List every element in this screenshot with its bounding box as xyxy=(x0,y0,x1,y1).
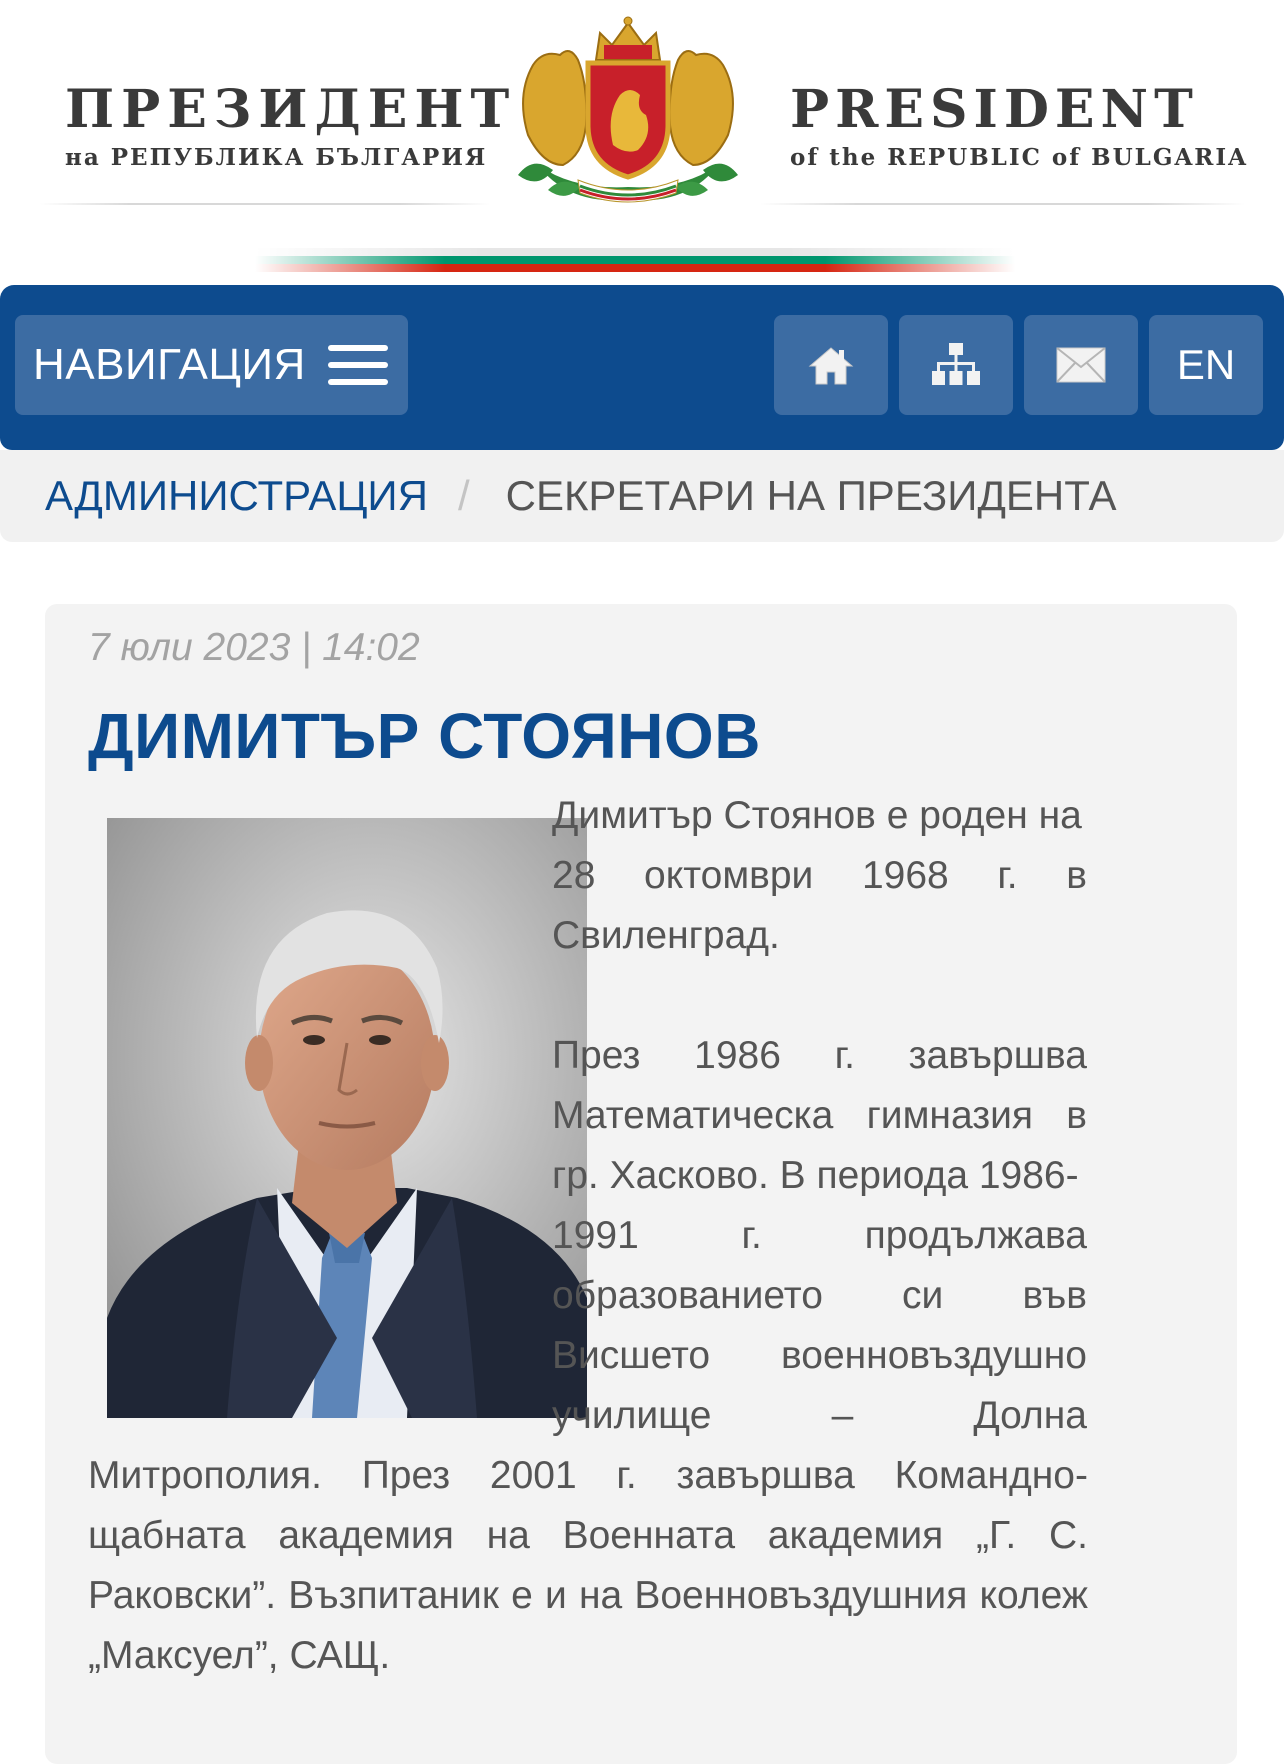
body-word: – xyxy=(831,1394,854,1437)
body-word: Висшето xyxy=(552,1334,711,1377)
body-word: образованието xyxy=(552,1274,823,1317)
body-word: на xyxy=(486,1514,530,1557)
mail-icon xyxy=(1056,347,1106,383)
language-switch-button[interactable]: EN xyxy=(1149,315,1263,415)
body-word: във xyxy=(1022,1274,1087,1317)
body-text: Димитър Стоянов е роден на xyxy=(552,794,1082,837)
contact-mail-button[interactable] xyxy=(1024,315,1138,415)
body-word: 2001 xyxy=(489,1454,577,1497)
breadcrumb-current: СЕКРЕТАРИ НА ПРЕЗИДЕНТА xyxy=(505,472,1117,519)
brand-bg-title: ПРЕЗИДЕНТ xyxy=(65,79,517,140)
body-word: на xyxy=(578,1574,623,1617)
site-header: ПРЕЗИДЕНТ на РЕПУБЛИКА БЪЛГАРИЯ PRESIDEN… xyxy=(0,0,1284,285)
breadcrumb: АДМИНИСТРАЦИЯ / СЕКРЕТАРИ НА ПРЕЗИДЕНТА xyxy=(0,450,1284,542)
body-word: си xyxy=(902,1274,944,1317)
body-line: „Максуел”, САЩ. xyxy=(88,1626,1088,1686)
body-line: Митрополия. През 2001 г. завършва Команд… xyxy=(88,1446,1088,1506)
body-line: Висшето военновъздушно xyxy=(552,1326,1087,1386)
body-word: Военната xyxy=(562,1514,736,1557)
body-word: и xyxy=(544,1574,567,1617)
body-word: завършва xyxy=(676,1454,855,1497)
navigation-menu-button[interactable]: НАВИГАЦИЯ xyxy=(15,315,408,415)
body-word: 1986 xyxy=(694,1034,781,1077)
body-word: През xyxy=(552,1034,641,1077)
body-word: г. xyxy=(616,1454,637,1497)
body-word: 28 xyxy=(552,854,596,897)
article-title: ДИМИТЪР СТОЯНОВ xyxy=(88,700,761,772)
article-card: 7 юли 2023 | 14:02 ДИМИТЪР СТОЯНОВ Димит… xyxy=(45,604,1237,1764)
language-label: EN xyxy=(1176,341,1236,388)
body-word: г. xyxy=(834,1034,855,1077)
body-text: „Максуел”, САЩ. xyxy=(88,1634,391,1677)
body-line: щабната академия на Военната академия „Г… xyxy=(88,1506,1088,1566)
home-button[interactable] xyxy=(774,315,888,415)
sitemap-icon xyxy=(932,343,980,385)
body-line: гр. Хасково. В периода 1986- xyxy=(552,1146,1087,1206)
body-word: завършва xyxy=(908,1034,1087,1077)
body-word: През xyxy=(361,1454,451,1497)
navigation-label: НАВИГАЦИЯ xyxy=(33,340,306,389)
body-word: Раковски”. xyxy=(88,1574,277,1617)
body-text: Свиленград. xyxy=(552,914,780,957)
brand-divider-right xyxy=(760,203,1245,205)
body-word: г. xyxy=(997,854,1018,897)
hamburger-icon xyxy=(327,345,388,385)
coat-of-arms-icon[interactable] xyxy=(508,15,748,215)
body-word: в xyxy=(1066,1094,1087,1137)
body-line: училище – Долна xyxy=(552,1386,1087,1446)
body-word: „Г. xyxy=(976,1514,1017,1557)
body-word: щабната xyxy=(88,1514,246,1557)
body-word: гимназия xyxy=(866,1094,1033,1137)
body-line: През 1986 г. завършва xyxy=(552,1026,1087,1086)
body-word: Математическа xyxy=(552,1094,834,1137)
brand-en-subtitle: of the REPUBLIC of BULGARIA xyxy=(790,144,1249,171)
body-line: Математическа гимназия в xyxy=(552,1086,1087,1146)
body-word: в xyxy=(1066,854,1087,897)
body-word: академия xyxy=(278,1514,454,1557)
article-date: 7 юли 2023 | 14:02 xyxy=(88,626,420,669)
body-word: 1968 xyxy=(861,854,949,897)
breadcrumb-separator: / xyxy=(457,472,470,519)
body-word: октомври xyxy=(644,854,814,897)
body-word: Военновъздушния xyxy=(634,1574,968,1617)
brand-english[interactable]: PRESIDENT of the REPUBLIC of BULGARIA xyxy=(790,79,1249,172)
body-word: Митрополия. xyxy=(88,1454,322,1497)
brand-en-title: PRESIDENT xyxy=(790,79,1199,140)
main-navbar: НАВИГАЦИЯ EN xyxy=(0,285,1284,450)
body-word: е xyxy=(511,1574,533,1617)
body-line: 28 октомври 1968 г. в xyxy=(552,846,1087,906)
body-word: г. xyxy=(741,1214,762,1257)
body-word: Възпитаник xyxy=(288,1574,499,1617)
body-line: 1991 г. продължава xyxy=(552,1206,1087,1266)
sitemap-button[interactable] xyxy=(899,315,1013,415)
brand-divider-left xyxy=(40,203,490,205)
body-line: Свиленград. xyxy=(552,906,1087,966)
body-text: гр. Хасково. В периода 1986- xyxy=(552,1154,1079,1197)
home-icon xyxy=(808,347,854,385)
body-word: Долна xyxy=(973,1394,1087,1437)
body-word: военновъздушно xyxy=(780,1334,1087,1377)
body-word: продължава xyxy=(864,1214,1087,1257)
body-word: колеж xyxy=(979,1574,1088,1617)
portrait-photo xyxy=(107,818,587,1418)
flag-stripe xyxy=(255,248,1015,284)
breadcrumb-link-administration[interactable]: АДМИНИСТРАЦИЯ xyxy=(45,472,428,520)
brand-bulgarian[interactable]: ПРЕЗИДЕНТ на РЕПУБЛИКА БЪЛГАРИЯ xyxy=(65,79,517,172)
body-word: академия xyxy=(767,1514,944,1557)
body-word: Командно- xyxy=(894,1454,1088,1497)
brand-bg-subtitle: на РЕПУБЛИКА БЪЛГАРИЯ xyxy=(65,144,488,171)
body-word: училище xyxy=(552,1394,712,1437)
body-word: 1991 xyxy=(552,1214,639,1257)
body-line: Димитър Стоянов е роден на xyxy=(552,786,1087,846)
body-line: Раковски”. Възпитаник е и на Военновъзду… xyxy=(88,1566,1088,1626)
body-line: образованието си във xyxy=(552,1266,1087,1326)
body-word: С. xyxy=(1048,1514,1088,1557)
